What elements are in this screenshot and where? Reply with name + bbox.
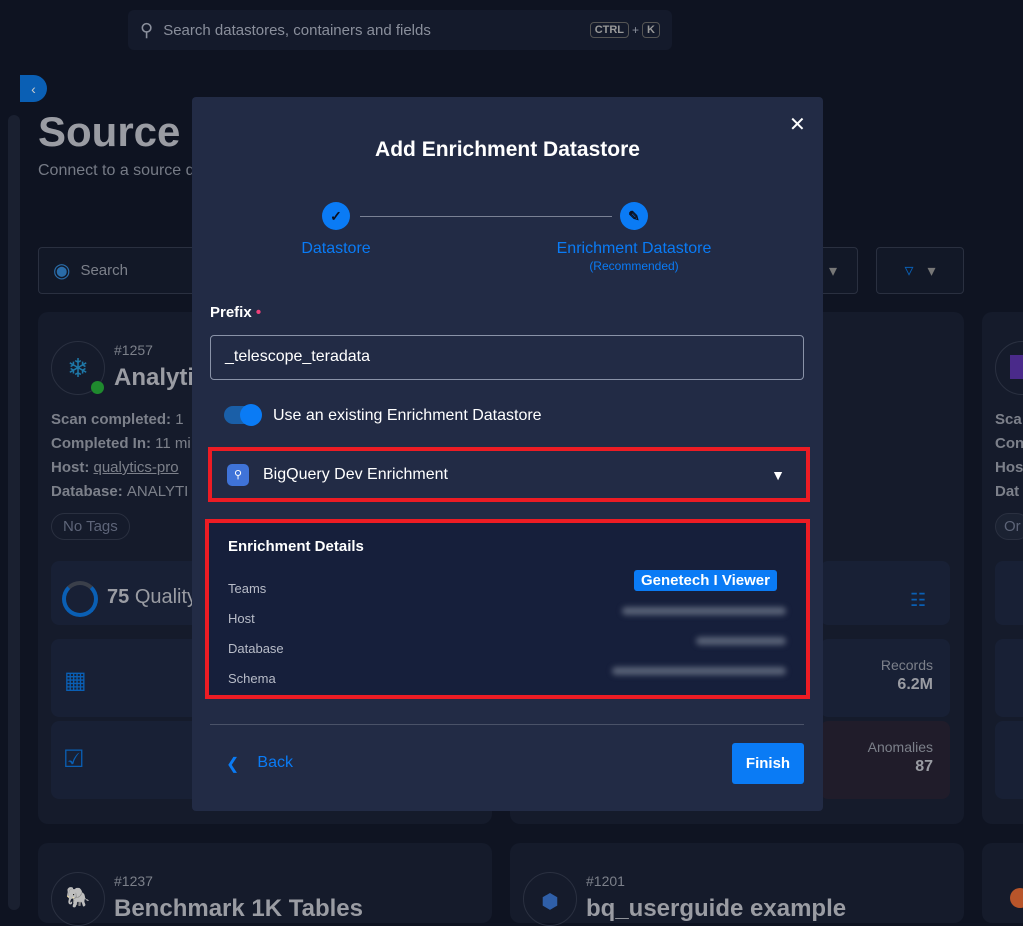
records-label: Records	[880, 657, 933, 673]
host-label: Host:	[51, 459, 90, 476]
divider	[210, 724, 804, 725]
stepper-line	[360, 216, 612, 217]
prefix-label: Prefix	[210, 304, 252, 321]
step-datastore-label: Datastore	[301, 240, 371, 257]
toggle-thumb	[240, 404, 262, 426]
modal-title: Add Enrichment Datastore	[375, 138, 640, 161]
anomalies-label: Anomalies	[867, 739, 933, 755]
schema-label: Schema	[228, 671, 276, 686]
bigquery-icon: ⬢	[523, 872, 577, 926]
global-search[interactable]: ⚲ Search datastores, containers and fiel…	[128, 10, 672, 50]
finish-button[interactable]: Finish	[732, 743, 804, 784]
step-enrichment-label: Enrichment Datastore	[556, 240, 712, 257]
scan-label: Scan completed:	[51, 411, 172, 428]
caret-down-icon: ▾	[828, 262, 837, 280]
checks-panel-3	[995, 721, 1023, 799]
required-marker: •	[255, 304, 262, 321]
scan-label: Sca	[995, 411, 1022, 428]
enrichment-datastore-select[interactable]: ⚲ BigQuery Dev Enrichment ▼	[213, 452, 805, 497]
database-label: Database	[228, 641, 284, 656]
completed-label: Con	[995, 435, 1023, 452]
shortcut-ctrl: CTRL	[589, 22, 630, 38]
completed-value: 11 mi	[155, 435, 191, 452]
postgres-icon: 🐘	[51, 872, 105, 926]
close-icon[interactable]: ✕	[789, 112, 806, 137]
host-link[interactable]: qualytics-pro	[94, 459, 179, 476]
status-dot	[91, 381, 104, 394]
quality-panel-2	[820, 561, 950, 625]
card-id: #1201	[586, 873, 625, 889]
host-value-redacted	[622, 607, 786, 615]
toggle-label: Use an existing Enrichment Datastore	[273, 407, 542, 424]
datastore-icon	[1010, 355, 1023, 379]
hierarchy-icon: ☷	[910, 590, 927, 610]
teams-label: Teams	[228, 581, 267, 596]
completed-label: Completed In:	[51, 435, 151, 452]
datastore-card[interactable]	[982, 843, 1023, 923]
tag-chip[interactable]: Or	[995, 513, 1023, 540]
records-value: 6.2M	[897, 676, 933, 693]
filter-button[interactable]: ▿ ▾	[876, 247, 964, 294]
team-badge: Genetech I Viewer	[634, 570, 777, 591]
quality-score: 75	[107, 586, 130, 608]
card-id: #1237	[114, 873, 153, 889]
details-title: Enrichment Details	[228, 538, 364, 555]
chevron-left-icon: ‹	[31, 80, 36, 97]
database-label: Dat	[995, 483, 1020, 500]
quality-panel-3	[995, 561, 1023, 625]
quality-ring	[62, 581, 98, 617]
search-placeholder: Search	[80, 262, 128, 279]
database-label: Database:	[51, 483, 123, 500]
host-label: Hos	[995, 459, 1023, 476]
check-note-icon: ☑	[63, 746, 85, 773]
quality-label: Quality	[134, 586, 198, 608]
chevron-left-icon: ❮	[226, 756, 240, 773]
database-value-redacted	[696, 637, 786, 645]
card-id: #1257	[114, 342, 153, 358]
shortcut-k: K	[642, 22, 660, 38]
prefix-input[interactable]: _telescope_teradata	[210, 335, 804, 380]
step-done-check-icon: ✓	[322, 202, 350, 230]
filter-icon: ▿	[904, 260, 914, 280]
sidebar-scrollbar[interactable]	[8, 115, 20, 910]
use-existing-toggle[interactable]	[224, 404, 262, 426]
collapse-sidebar-button[interactable]: ‹	[20, 75, 47, 102]
card-meta: Scan completed: 1 Completed In: 11 mi Ho…	[51, 408, 191, 504]
host-label: Host	[228, 611, 255, 626]
caret-down-icon: ▾	[927, 262, 936, 280]
tag-chip[interactable]: No Tags	[51, 513, 130, 540]
datastore-icon	[1010, 888, 1023, 908]
search-icon: ◉	[53, 260, 71, 282]
bigquery-icon: ⚲	[227, 463, 249, 486]
back-label: Back	[257, 754, 293, 771]
step-enrichment-sublabel: (Recommended)	[589, 259, 679, 273]
table-icon: ▦	[64, 667, 87, 694]
card-name: bq_userguide example	[586, 895, 847, 922]
tables-panel-3	[995, 639, 1023, 717]
search-icon: ⚲	[140, 19, 154, 40]
back-button[interactable]: ❮ Back	[226, 754, 293, 774]
selected-datastore: BigQuery Dev Enrichment	[263, 465, 448, 483]
database-value: ANALYTI	[126, 483, 189, 500]
card-name: Benchmark 1K Tables	[114, 895, 363, 922]
scan-value: 1	[175, 411, 184, 428]
step-active-pencil-icon: ✎	[620, 202, 648, 230]
shortcut-plus: +	[632, 23, 640, 37]
anomalies-value: 87	[915, 758, 933, 775]
schema-value-redacted	[612, 667, 786, 675]
global-search-placeholder: Search datastores, containers and fields	[163, 21, 431, 39]
caret-down-icon: ▼	[771, 466, 785, 483]
